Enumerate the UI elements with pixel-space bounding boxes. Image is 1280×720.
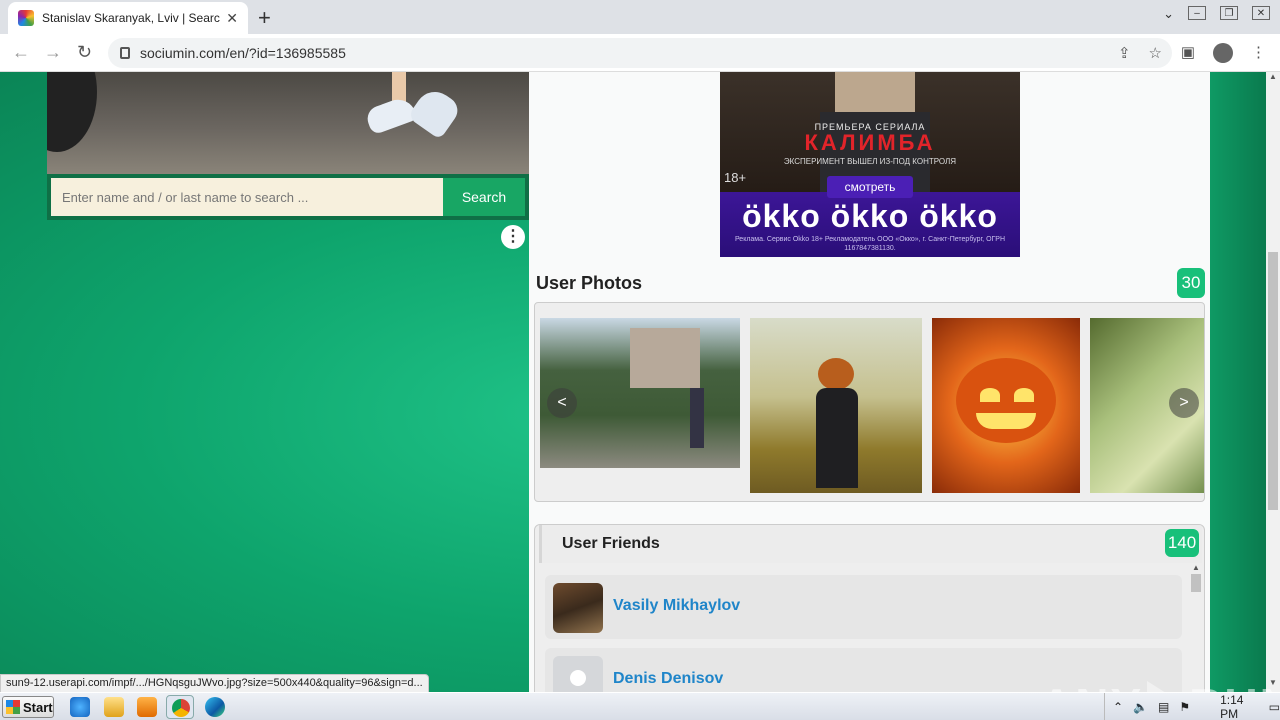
ad-tagline: ЭКСПЕРИМЕНТ ВЫШЕЛ ИЗ-ПОД КОНТРОЛЯ xyxy=(783,157,957,166)
page-scrollbar[interactable]: ▲ ▼ xyxy=(1266,72,1280,692)
advertisement-banner[interactable]: ПРЕМЬЕРА СЕРИАЛА КАЛИМБА ЭКСПЕРИМЕНТ ВЫШ… xyxy=(720,72,1020,257)
scrollbar-thumb[interactable] xyxy=(1191,574,1201,592)
friends-scrollbar[interactable]: ▲ xyxy=(1191,563,1201,692)
network-icon[interactable]: ▤ xyxy=(1158,700,1169,714)
scroll-up-icon[interactable]: ▲ xyxy=(1269,72,1277,81)
action-center-flag-icon[interactable]: ⚑ xyxy=(1179,700,1190,714)
ad-age-rating: 18+ xyxy=(724,170,747,185)
search-form: Search xyxy=(47,174,529,220)
right-background xyxy=(1210,72,1266,692)
address-bar[interactable]: sociumin.com/en/?id=136985585 ⇪ ☆ xyxy=(108,38,1172,68)
minimize-icon[interactable]: – xyxy=(1188,6,1206,20)
watermark-text-left: ANY xyxy=(1040,678,1143,692)
reload-icon[interactable]: ↻ xyxy=(77,42,92,63)
search-button[interactable]: Search xyxy=(443,178,525,216)
windows-logo-icon xyxy=(6,700,20,714)
ad-logos: ökko ökko ökko xyxy=(742,198,998,234)
tab-title: Stanislav Skaranyak, Lviv | Search In xyxy=(42,11,221,25)
file-explorer-icon[interactable] xyxy=(104,697,124,717)
friend-avatar-placeholder-icon[interactable] xyxy=(553,656,603,692)
site-favicon-icon xyxy=(18,10,34,26)
side-panel-icon[interactable]: ▣ xyxy=(1181,43,1195,63)
bookmark-star-icon[interactable]: ☆ xyxy=(1149,44,1162,62)
more-options-icon[interactable]: ⋮ xyxy=(501,225,525,249)
clock[interactable]: 1:14 PM xyxy=(1220,693,1259,720)
user-friends-title: User Friends xyxy=(562,535,660,552)
friend-avatar[interactable] xyxy=(553,583,603,633)
tab-search-icon[interactable]: ⌄ xyxy=(1163,6,1174,22)
system-tray: ⌃ 🔈 ▤ ⚑ 1:14 PM ▭ xyxy=(1104,693,1280,720)
play-icon xyxy=(1147,681,1186,692)
start-label: Start xyxy=(23,699,53,715)
new-tab-icon[interactable]: + xyxy=(258,5,271,31)
main-content: ПРЕМЬЕРА СЕРИАЛА КАЛИМБА ЭКСПЕРИМЕНТ ВЫШ… xyxy=(529,72,1210,692)
lock-icon xyxy=(120,47,130,59)
user-friends-panel: User Friends 140 Vasily Mikhaylov Denis … xyxy=(534,524,1205,692)
edge-icon[interactable] xyxy=(205,697,225,717)
ad-brand-title: КАЛИМБА xyxy=(804,130,936,155)
chrome-icon xyxy=(172,699,190,717)
scrollbar-thumb[interactable] xyxy=(1268,252,1278,510)
chrome-taskbar-button[interactable] xyxy=(166,695,194,719)
friend-list-item[interactable]: Vasily Mikhaylov xyxy=(545,575,1182,639)
user-photos-title: User Photos xyxy=(536,273,643,293)
back-icon[interactable]: ← xyxy=(12,42,30,63)
link-status-bar: sun9-12.userapi.com/impf/.../HGNqsguJWvo… xyxy=(0,674,429,693)
forward-icon[interactable]: → xyxy=(44,42,62,63)
media-player-icon[interactable] xyxy=(137,697,157,717)
friend-name-link[interactable]: Vasily Mikhaylov xyxy=(613,597,740,615)
browser-tab-bar: Stanislav Skaranyak, Lviv | Search In ✕ … xyxy=(0,0,1280,34)
browser-tab[interactable]: Stanislav Skaranyak, Lviv | Search In ✕ xyxy=(8,2,248,34)
browser-menu-icon[interactable]: ⋮ xyxy=(1251,43,1266,63)
watermark-text-right: RUN xyxy=(1189,678,1280,692)
page-viewport: Search ⋮ ПРЕМЬЕРА СЕРИАЛА КАЛИМБА ЭКСПЕР… xyxy=(0,72,1280,692)
scroll-up-icon[interactable]: ▲ xyxy=(1191,563,1201,572)
user-photo[interactable] xyxy=(750,318,922,493)
browser-toolbar: ← → ↻ sociumin.com/en/?id=136985585 ⇪ ☆ … xyxy=(0,34,1280,72)
photos-count-badge: 30 xyxy=(1177,268,1205,298)
address-url: sociumin.com/en/?id=136985585 xyxy=(140,45,346,61)
friends-count-badge: 140 xyxy=(1165,529,1199,557)
carousel-next-button[interactable]: > xyxy=(1169,388,1199,418)
photo-carousel: < > xyxy=(534,302,1205,502)
tray-expand-icon[interactable]: ⌃ xyxy=(1113,700,1123,714)
friends-header: User Friends 140 xyxy=(539,525,1202,563)
start-button[interactable]: Start xyxy=(2,696,54,718)
friend-name-link[interactable]: Denis Denisov xyxy=(613,670,723,688)
carousel-prev-button[interactable]: < xyxy=(547,388,577,418)
ad-watch-button[interactable]: смотреть xyxy=(827,176,913,198)
user-photo[interactable] xyxy=(932,318,1080,493)
volume-icon[interactable]: 🔈 xyxy=(1133,700,1148,714)
close-tab-icon[interactable]: ✕ xyxy=(226,10,238,27)
internet-explorer-icon[interactable] xyxy=(70,697,90,717)
windows-taskbar: Start ⌃ 🔈 ▤ ⚑ 1:14 PM ▭ xyxy=(0,692,1280,720)
ad-legal-text: Реклама. Сервис Okko 18+ Рекламодатель О… xyxy=(734,236,1006,252)
window-close-icon[interactable]: ✕ xyxy=(1252,6,1270,20)
share-icon[interactable]: ⇪ xyxy=(1118,44,1131,62)
watermark-logo: ANY RUN xyxy=(1040,678,1280,692)
header-banner-image xyxy=(47,72,529,174)
profile-avatar-icon[interactable] xyxy=(1213,43,1233,63)
show-desktop-icon[interactable]: ▭ xyxy=(1269,700,1280,714)
restore-icon[interactable]: ❐ xyxy=(1220,6,1238,20)
search-input[interactable] xyxy=(51,178,443,216)
